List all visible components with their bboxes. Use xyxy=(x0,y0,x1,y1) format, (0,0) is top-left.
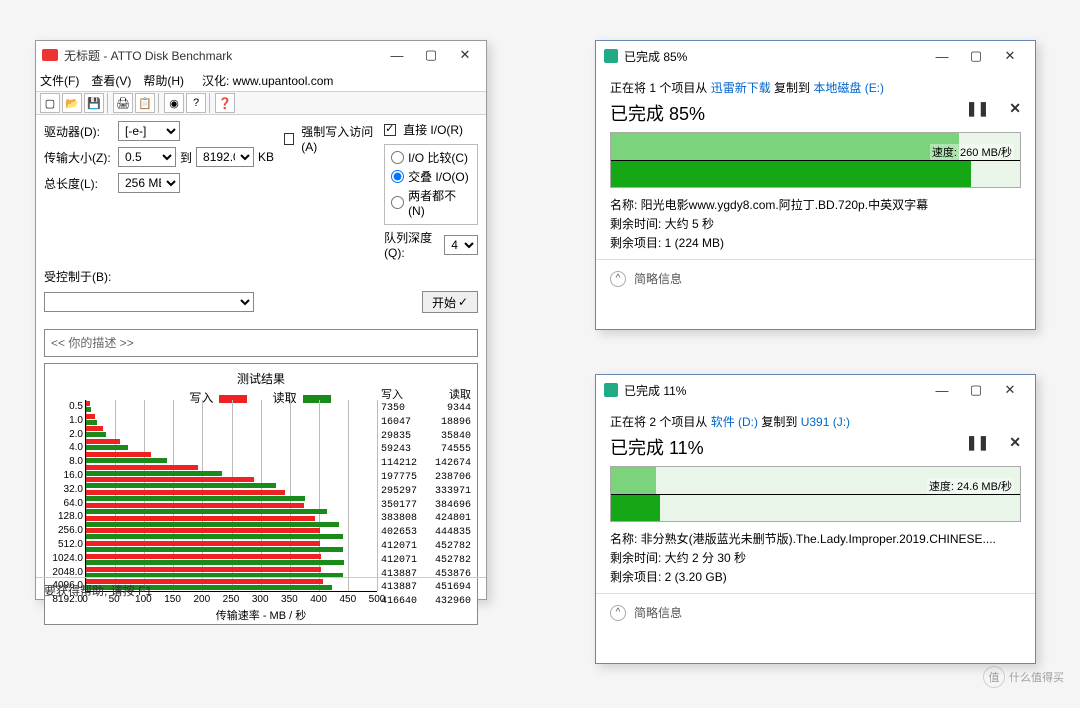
copy1-pause-button[interactable]: ❚❚ xyxy=(966,100,989,117)
copy1-name: 名称: 阳光电影www.ygdy8.com.阿拉丁.BD.720p.中英双字幕 xyxy=(610,196,1021,213)
qd-select[interactable]: 4 xyxy=(444,235,478,255)
chevron-up-icon: ^ xyxy=(610,605,626,621)
force-checkbox[interactable] xyxy=(284,133,294,145)
copy1-close-button[interactable]: ✕ xyxy=(993,45,1027,67)
copy2-maximize-button[interactable]: ▢ xyxy=(959,379,993,401)
qd-label: 队列深度(Q): xyxy=(384,229,440,260)
toolbar: ▢ 📂 💾 🖨 📋 ◉ ? ❓ xyxy=(36,91,486,115)
copy1-dst-link[interactable]: 本地磁盘 (E:) xyxy=(813,81,884,95)
minimize-button[interactable]: — xyxy=(380,44,414,66)
xfer-label: 传输大小(Z): xyxy=(44,149,114,166)
menu-help[interactable]: 帮助(H) xyxy=(143,72,184,89)
watermark: 值什么值得买 xyxy=(983,666,1064,688)
maximize-button[interactable]: ▢ xyxy=(414,44,448,66)
drive-select[interactable]: [-e-] xyxy=(118,121,180,141)
copy2-time: 剩余时间: 大约 2 分 30 秒 xyxy=(610,549,1021,566)
copy1-percent: 已完成 85% ❚❚✕ xyxy=(610,100,1021,126)
ctrl-select[interactable] xyxy=(44,292,254,312)
copy-dialog-1: 已完成 85% — ▢ ✕ 正在将 1 个项目从 迅雷新下载 复制到 本地磁盘 … xyxy=(595,40,1036,330)
window-title: 无标题 - ATTO Disk Benchmark xyxy=(64,47,380,64)
copy-icon[interactable]: 📋 xyxy=(135,93,155,113)
settings-panel: 驱动器(D): [-e-] 传输大小(Z): 0.5 到 8192.0 KB 总… xyxy=(36,115,486,325)
credit-text: 汉化: www.upantool.com xyxy=(202,72,333,89)
copy2-items: 剩余项目: 2 (3.20 GB) xyxy=(610,568,1021,585)
copy1-src-link[interactable]: 迅雷新下载 xyxy=(711,81,771,95)
copy1-moving-line: 正在将 1 个项目从 迅雷新下载 复制到 本地磁盘 (E:) xyxy=(610,79,1021,96)
copy-icon xyxy=(604,383,618,397)
total-label: 总长度(L): xyxy=(44,175,114,192)
copy1-items: 剩余项目: 1 (224 MB) xyxy=(610,234,1021,251)
copy2-pause-button[interactable]: ❚❚ xyxy=(966,434,989,451)
copy2-titlebar[interactable]: 已完成 11% — ▢ ✕ xyxy=(596,375,1035,405)
copy1-title: 已完成 85% xyxy=(624,48,925,65)
copy1-progress: 速度: 260 MB/秒 xyxy=(610,132,1021,188)
direct-checkbox[interactable] xyxy=(384,124,396,136)
copy2-speed: 速度: 24.6 MB/秒 xyxy=(927,478,1014,494)
copy2-progress: 速度: 24.6 MB/秒 xyxy=(610,466,1021,522)
copy2-close-button[interactable]: ✕ xyxy=(993,379,1027,401)
copy2-moving-line: 正在将 2 个项目从 软件 (D:) 复制到 U391 (J:) xyxy=(610,413,1021,430)
copy2-brief-toggle[interactable]: ^简略信息 xyxy=(596,593,1035,631)
chart-xaxis-label: 传输速率 - MB / 秒 xyxy=(45,607,477,623)
chart-ylabels: 0.51.02.04.08.016.032.064.0128.0256.0512… xyxy=(47,400,83,592)
xfer-to-select[interactable]: 8192.0 xyxy=(196,147,254,167)
save-icon[interactable]: 💾 xyxy=(84,93,104,113)
app-icon xyxy=(42,49,58,61)
xfer-from-select[interactable]: 0.5 xyxy=(118,147,176,167)
io-compare-radio[interactable] xyxy=(391,151,404,164)
copy1-maximize-button[interactable]: ▢ xyxy=(959,45,993,67)
chart-grid xyxy=(85,400,377,592)
close-button[interactable]: ✕ xyxy=(448,44,482,66)
titlebar[interactable]: 无标题 - ATTO Disk Benchmark — ▢ ✕ xyxy=(36,41,486,69)
copy-dialog-2: 已完成 11% — ▢ ✕ 正在将 2 个项目从 软件 (D:) 复制到 U39… xyxy=(595,374,1036,664)
menu-view[interactable]: 查看(V) xyxy=(91,72,131,89)
copy2-percent: 已完成 11% ❚❚✕ xyxy=(610,434,1021,460)
copy2-title: 已完成 11% xyxy=(624,382,925,399)
copy1-minimize-button[interactable]: — xyxy=(925,45,959,67)
new-icon[interactable]: ▢ xyxy=(40,93,60,113)
menubar: 文件(F) 查看(V) 帮助(H) 汉化: www.upantool.com xyxy=(36,69,486,91)
io-neither-radio[interactable] xyxy=(391,196,404,209)
copy1-titlebar[interactable]: 已完成 85% — ▢ ✕ xyxy=(596,41,1035,71)
io-overlap-radio[interactable] xyxy=(391,170,404,183)
copy-icon xyxy=(604,49,618,63)
copy2-name: 名称: 非分熟女(港版蓝光未删节版).The.Lady.Improper.201… xyxy=(610,530,1021,547)
start-button[interactable]: 开始✓ xyxy=(422,291,478,313)
copy2-cancel-button[interactable]: ✕ xyxy=(1009,434,1021,451)
open-icon[interactable]: 📂 xyxy=(62,93,82,113)
copy1-brief-toggle[interactable]: ^简略信息 xyxy=(596,259,1035,297)
kb-label: KB xyxy=(258,150,274,164)
chart-title: 测试结果 xyxy=(47,370,475,387)
io-group: I/O 比较(C) 交叠 I/O(O) 两者都不(N) xyxy=(384,144,478,225)
description-box[interactable]: << 你的描述 >> xyxy=(44,329,478,357)
copy1-cancel-button[interactable]: ✕ xyxy=(1009,100,1021,117)
start-icon[interactable]: ◉ xyxy=(164,93,184,113)
copy2-minimize-button[interactable]: — xyxy=(925,379,959,401)
help-icon[interactable]: ❓ xyxy=(215,93,235,113)
total-select[interactable]: 256 MB xyxy=(118,173,180,193)
chart-values: 写入读取 73509344160471889629835358405924374… xyxy=(379,386,473,592)
chevron-up-icon: ^ xyxy=(610,271,626,287)
to-label: 到 xyxy=(180,149,192,166)
info-icon[interactable]: ? xyxy=(186,93,206,113)
print-icon[interactable]: 🖨 xyxy=(113,93,133,113)
drive-label: 驱动器(D): xyxy=(44,123,114,140)
force-label: 强制写入访问(A) xyxy=(301,123,374,154)
atto-window: 无标题 - ATTO Disk Benchmark — ▢ ✕ 文件(F) 查看… xyxy=(35,40,487,600)
copy2-dst-link[interactable]: U391 (J:) xyxy=(801,415,850,429)
copy1-time: 剩余时间: 大约 5 秒 xyxy=(610,215,1021,232)
ctrl-label: 受控制于(B): xyxy=(44,268,114,285)
status-bar: 要获得帮助, 请按 F1 xyxy=(36,577,486,599)
direct-label: 直接 I/O(R) xyxy=(403,121,463,138)
copy1-speed: 速度: 260 MB/秒 xyxy=(930,144,1014,160)
menu-file[interactable]: 文件(F) xyxy=(40,72,79,89)
copy2-src-link[interactable]: 软件 (D:) xyxy=(711,415,758,429)
